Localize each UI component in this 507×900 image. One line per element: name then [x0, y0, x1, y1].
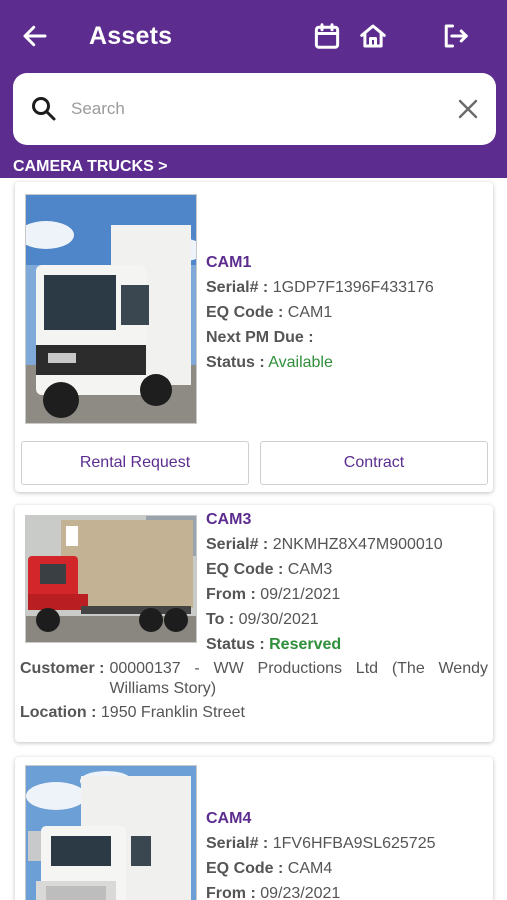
status-label: Status :	[206, 636, 265, 653]
asset-card[interactable]: CAM4 Serial# : 1FV6HFBA9SL625725 EQ Code…	[15, 757, 493, 900]
search-input[interactable]	[71, 93, 441, 125]
location-value: 1950 Franklin Street	[100, 704, 245, 721]
category-link[interactable]: CAMERA TRUCKS >	[13, 158, 168, 176]
status-row: Status : Available	[206, 350, 434, 375]
from-label: From :	[206, 586, 256, 603]
serial-label: Serial# :	[206, 536, 269, 553]
asset-name: CAM4	[206, 810, 252, 827]
to-row: To : 09/30/2021	[206, 607, 443, 632]
serial-label: Serial# :	[206, 835, 269, 852]
asset-name: CAM1	[206, 254, 252, 271]
eq-code-label: EQ Code :	[206, 304, 284, 321]
status-badge: Reserved	[269, 636, 342, 653]
to-label: To :	[206, 611, 235, 628]
from-value: 09/21/2021	[260, 586, 341, 603]
home-icon[interactable]	[355, 18, 391, 54]
eq-code-label: EQ Code :	[206, 860, 284, 877]
eq-code-row: EQ Code : CAM4	[206, 856, 436, 881]
clear-icon[interactable]	[453, 94, 483, 124]
calendar-icon[interactable]	[309, 18, 345, 54]
eq-code-label: EQ Code :	[206, 561, 284, 578]
from-label: From :	[206, 885, 256, 900]
app-header: Assets CAMERA TRUCKS >	[0, 0, 507, 178]
asset-info: CAM4 Serial# : 1FV6HFBA9SL625725 EQ Code…	[206, 806, 436, 900]
eq-code-row: EQ Code : CAM1	[206, 300, 434, 325]
eq-code-value: CAM4	[287, 860, 333, 877]
asset-photo	[25, 194, 197, 424]
asset-photo	[25, 515, 197, 643]
asset-card[interactable]: CAM1 Serial# : 1GDP7F1396F433176 EQ Code…	[15, 182, 493, 492]
from-row: From : 09/23/2021	[206, 881, 436, 900]
location-row: Location : 1950 Franklin Street	[20, 703, 245, 723]
serial-row: Serial# : 1FV6HFBA9SL625725	[206, 831, 436, 856]
asset-info: CAM3 Serial# : 2NKMHZ8X47M900010 EQ Code…	[206, 507, 443, 657]
search-icon	[29, 94, 59, 124]
rental-request-button[interactable]: Rental Request	[21, 441, 249, 485]
eq-code-value: CAM1	[287, 304, 333, 321]
from-value: 09/23/2021	[260, 885, 341, 900]
customer-label: Customer :	[20, 660, 105, 677]
status-row: Status : Reserved	[206, 632, 443, 657]
logout-icon[interactable]	[437, 18, 473, 54]
from-row: From : 09/21/2021	[206, 582, 443, 607]
customer-value: 00000137 - WW Productions Ltd (The Wendy…	[109, 660, 488, 697]
search-bar	[13, 73, 496, 145]
next-pm-label: Next PM Due :	[206, 329, 314, 346]
location-label: Location :	[20, 704, 97, 721]
serial-value: 1FV6HFBA9SL625725	[272, 835, 436, 852]
customer-row: Customer : 00000137 - WW Productions Ltd…	[20, 659, 488, 699]
eq-code-value: CAM3	[287, 561, 333, 578]
next-pm-row: Next PM Due :	[206, 325, 434, 350]
serial-value: 1GDP7F1396F433176	[272, 279, 434, 296]
to-value: 09/30/2021	[238, 611, 319, 628]
page-title: Assets	[89, 22, 173, 50]
status-label: Status :	[206, 354, 265, 371]
asset-name: CAM3	[206, 511, 252, 528]
asset-card[interactable]: CAM3 Serial# : 2NKMHZ8X47M900010 EQ Code…	[15, 505, 493, 742]
top-bar: Assets	[0, 0, 507, 74]
eq-code-row: EQ Code : CAM3	[206, 557, 443, 582]
asset-info: CAM1 Serial# : 1GDP7F1396F433176 EQ Code…	[206, 250, 434, 375]
serial-value: 2NKMHZ8X47M900010	[272, 536, 443, 553]
asset-photo	[25, 765, 197, 900]
serial-row: Serial# : 1GDP7F1396F433176	[206, 275, 434, 300]
serial-row: Serial# : 2NKMHZ8X47M900010	[206, 532, 443, 557]
contract-button[interactable]: Contract	[260, 441, 488, 485]
serial-label: Serial# :	[206, 279, 269, 296]
status-badge: Available	[268, 354, 333, 371]
back-arrow-icon[interactable]	[17, 18, 53, 54]
